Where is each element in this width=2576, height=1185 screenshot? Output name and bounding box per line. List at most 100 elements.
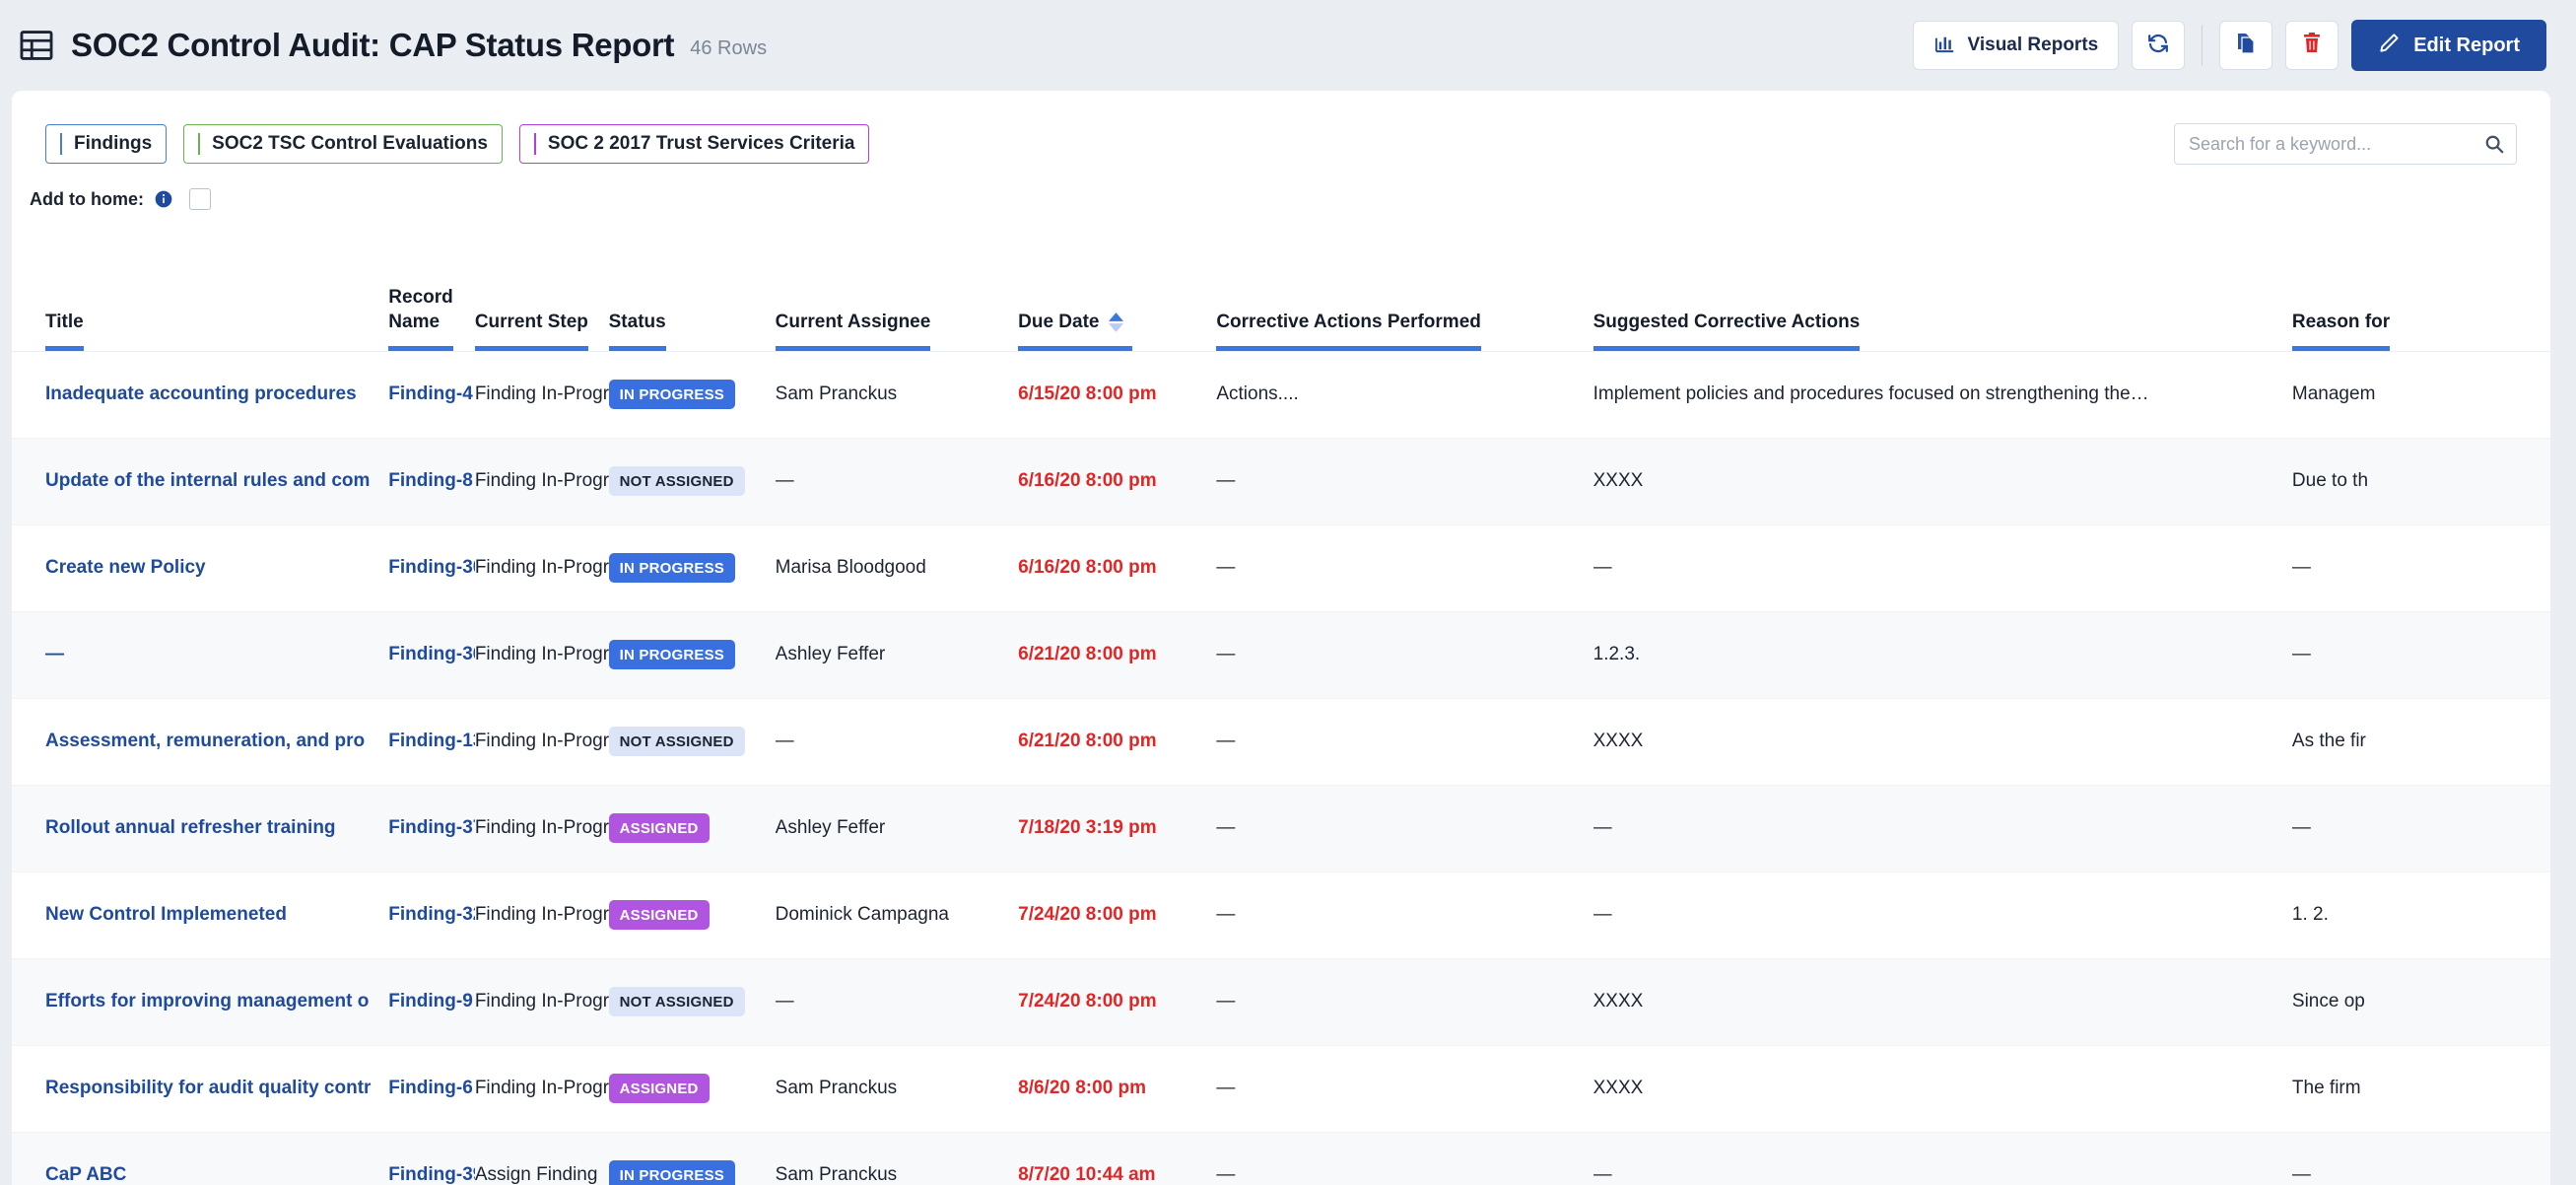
cell-due-date: 6/16/20 8:00 pm [1018, 524, 1217, 612]
title-link[interactable]: New Control Implemeneted [45, 904, 388, 926]
record-name-link[interactable]: Finding-4 [388, 383, 475, 405]
cell-record-name[interactable]: Finding-39 [388, 1132, 475, 1185]
record-name-link[interactable]: Finding-6 [388, 1078, 475, 1099]
cell-title[interactable]: CaP ABC [12, 1132, 389, 1185]
cell-record-name[interactable]: Finding-9 [388, 958, 475, 1046]
column-header-current-step[interactable]: Current Step [474, 256, 609, 352]
table-row[interactable]: Responsibility for audit quality contr Fi… [12, 1045, 2550, 1133]
cell-current-assignee: Sam Pranckus [775, 1045, 1019, 1133]
record-name-link[interactable]: Finding-8 [388, 470, 475, 492]
info-icon[interactable] [154, 189, 173, 209]
table-row[interactable]: Update of the internal rules and com Find… [12, 438, 2550, 525]
title-link[interactable]: Update of the internal rules and com [45, 470, 388, 492]
title-link[interactable]: — [45, 644, 388, 665]
cell-due-date: 8/6/20 8:00 pm [1018, 1045, 1217, 1133]
cell-current-assignee: Ashley Feffer [775, 611, 1019, 699]
column-sort-underline [1018, 345, 1133, 351]
table-row[interactable]: New Control Implemeneted Finding-32 Findin… [12, 871, 2550, 959]
cap-value: — [1216, 557, 1236, 578]
sca-value: — [1593, 817, 1612, 838]
title-link[interactable]: Rollout annual refresher training [45, 817, 388, 839]
table-row[interactable]: Create new Policy Finding-30 Finding In-Pr… [12, 524, 2550, 612]
record-name-link[interactable]: Finding-13 [388, 731, 475, 752]
tab-soc2-2017-trust-services-criteria[interactable]: SOC 2 2017 Trust Services Criteria [518, 124, 870, 164]
table-row[interactable]: Assessment, remuneration, and pro Finding… [12, 698, 2550, 786]
cell-title[interactable]: Responsibility for audit quality contr [12, 1045, 389, 1133]
record-name-link[interactable]: Finding-39 [388, 1164, 475, 1185]
column-sort-underline [474, 345, 588, 351]
cell-title[interactable]: New Control Implemeneted [12, 871, 389, 959]
table-scroll-area[interactable]: Title Record Name Current Step Status Cu… [12, 256, 2550, 1185]
sca-value: — [1593, 1164, 1612, 1185]
record-name-link[interactable]: Finding-9 [388, 991, 475, 1012]
cell-title[interactable]: Create new Policy [12, 524, 389, 612]
table-row[interactable]: —Finding-36Finding In-ProgressIN PROGRES… [12, 611, 2550, 699]
cell-record-name[interactable]: Finding-36 [388, 611, 475, 699]
visual-reports-button[interactable]: Visual Reports [1912, 21, 2120, 70]
column-header-reason-for[interactable]: Reason for [2291, 256, 2550, 352]
cell-title[interactable]: Assessment, remuneration, and pro [12, 698, 389, 786]
table-row[interactable]: CaP ABC Finding-39 Assign Finding IN PROGRE… [12, 1132, 2550, 1185]
title-link[interactable]: Create new Policy [45, 557, 388, 579]
column-header-suggested-corrective-actions[interactable]: Suggested Corrective Actions [1593, 256, 2292, 352]
column-header-due-date[interactable]: Due Date [1018, 256, 1217, 352]
record-name-link[interactable]: Finding-32 [388, 904, 475, 926]
table-row[interactable]: Rollout annual refresher training Finding… [12, 785, 2550, 872]
column-header-record-name[interactable]: Record Name [388, 256, 475, 352]
cell-title[interactable]: Update of the internal rules and com [12, 438, 389, 525]
cell-title[interactable]: Rollout annual refresher training [12, 785, 389, 872]
cell-suggested-corrective-actions: XXXX [1593, 958, 2292, 1046]
edit-report-label: Edit Report [2413, 34, 2520, 56]
title-link[interactable]: CaP ABC [45, 1164, 388, 1185]
table-body: Inadequate accounting procedures Finding-… [12, 351, 2550, 1185]
cell-title[interactable]: Inadequate accounting procedures [12, 351, 389, 439]
current-step-value: Finding In-Progress [474, 817, 609, 838]
record-name-link[interactable]: Finding-37 [388, 817, 475, 839]
bar-chart-icon [1933, 32, 1956, 60]
cell-record-name[interactable]: Finding-37 [388, 785, 475, 872]
search-icon[interactable] [2483, 133, 2505, 155]
cell-title[interactable]: Efforts for improving management o [12, 958, 389, 1046]
vertical-scrollbar[interactable] [2550, 91, 2576, 1185]
current-step-value: Assign Finding [474, 1164, 598, 1185]
edit-report-button[interactable]: Edit Report [2351, 20, 2546, 71]
title-link[interactable]: Responsibility for audit quality contr [45, 1078, 388, 1099]
tab-soc2-tsc-control-evaluations[interactable]: SOC2 TSC Control Evaluations [183, 124, 503, 164]
cell-record-name[interactable]: Finding-30 [388, 524, 475, 612]
record-name-link[interactable]: Finding-30 [388, 557, 475, 579]
reason-value: The firm [2291, 1078, 2361, 1098]
column-header-current-assignee[interactable]: Current Assignee [775, 256, 1019, 352]
cell-record-name[interactable]: Finding-6 [388, 1045, 475, 1133]
tab-findings[interactable]: Findings [45, 124, 168, 164]
table-row[interactable]: Efforts for improving management o Findin… [12, 958, 2550, 1046]
search-input[interactable] [2174, 123, 2517, 165]
column-header-status-label: Status [608, 312, 666, 333]
status-badge: ASSIGNED [608, 900, 710, 930]
title-link[interactable]: Efforts for improving management o [45, 991, 388, 1012]
record-name-link[interactable]: Finding-36 [388, 644, 475, 665]
cell-status: NOT ASSIGNED [608, 698, 776, 786]
cell-record-name[interactable]: Finding-4 [388, 351, 475, 439]
cap-value: — [1216, 470, 1236, 491]
cell-status: IN PROGRESS [608, 1132, 776, 1185]
cell-suggested-corrective-actions: XXXX [1593, 1045, 2292, 1133]
cell-record-name[interactable]: Finding-13 [388, 698, 475, 786]
column-header-corrective-actions-performed[interactable]: Corrective Actions Performed [1216, 256, 1593, 352]
cell-record-name[interactable]: Finding-32 [388, 871, 475, 959]
column-header-title[interactable]: Title [12, 256, 389, 352]
duplicate-button[interactable] [2219, 21, 2273, 70]
tab-accent-bar [60, 133, 62, 155]
title-link[interactable]: Inadequate accounting procedures [45, 383, 388, 405]
cell-due-date: 7/24/20 8:00 pm [1018, 871, 1217, 959]
add-to-home-checkbox[interactable] [188, 188, 211, 210]
delete-button[interactable] [2285, 21, 2339, 70]
refresh-button[interactable] [2132, 21, 2186, 70]
table-row[interactable]: Inadequate accounting procedures Finding-… [12, 351, 2550, 439]
assignee-value: — [775, 731, 794, 751]
sort-ascending-icon[interactable] [1109, 312, 1124, 332]
cell-current-assignee: Marisa Bloodgood [775, 524, 1019, 612]
cell-title[interactable]: — [12, 611, 389, 699]
title-link[interactable]: Assessment, remuneration, and pro [45, 731, 388, 752]
column-header-status[interactable]: Status [608, 256, 776, 352]
cell-record-name[interactable]: Finding-8 [388, 438, 475, 525]
